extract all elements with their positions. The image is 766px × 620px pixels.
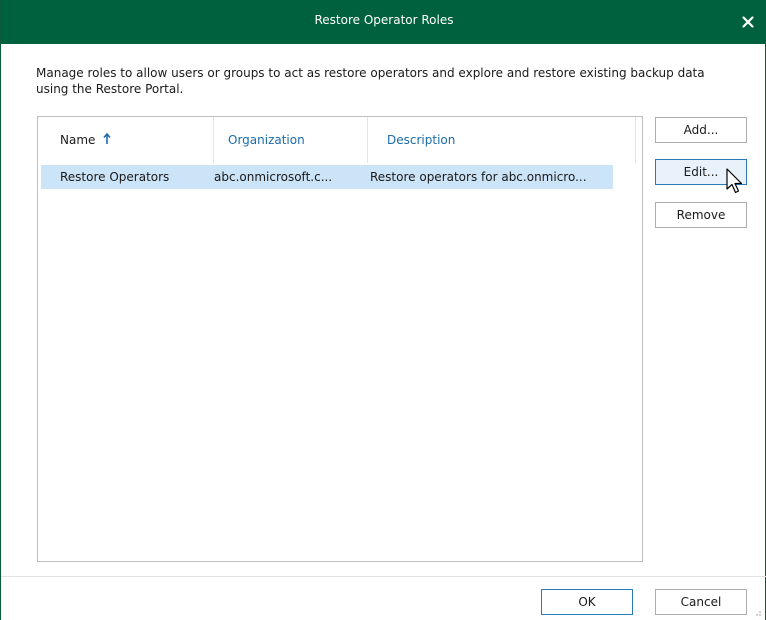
- footer-divider: [1, 576, 766, 577]
- add-button[interactable]: Add...: [655, 117, 747, 143]
- resize-grip-icon[interactable]: [752, 607, 762, 617]
- roles-list[interactable]: Name Organization Description Restore Op…: [37, 116, 643, 562]
- column-header-description-label: Description: [387, 133, 456, 147]
- dialog-title: Restore Operator Roles: [314, 13, 454, 27]
- restore-operator-roles-dialog: Restore Operator Roles Manage roles to a…: [0, 0, 766, 620]
- column-header-name[interactable]: Name: [38, 117, 214, 163]
- close-icon: [742, 16, 754, 28]
- title-bar: Restore Operator Roles: [1, 0, 766, 44]
- list-header: Name Organization Description: [38, 117, 642, 163]
- table-row[interactable]: Restore Operators abc.onmicrosoft.c... R…: [41, 165, 613, 189]
- column-header-description[interactable]: Description: [368, 117, 636, 163]
- cell-name: Restore Operators: [60, 170, 170, 184]
- mouse-pointer-icon: [726, 168, 743, 194]
- ok-button[interactable]: OK: [541, 589, 633, 615]
- dialog-description: Manage roles to allow users or groups to…: [36, 66, 705, 96]
- column-header-organization-label: Organization: [228, 133, 305, 147]
- close-button[interactable]: [735, 9, 761, 35]
- cell-description: Restore operators for abc.onmicro...: [370, 170, 587, 184]
- cancel-button[interactable]: Cancel: [655, 589, 747, 615]
- sort-ascending-icon: [103, 132, 112, 148]
- column-header-name-label: Name: [60, 133, 96, 147]
- remove-button[interactable]: Remove: [655, 202, 747, 228]
- column-header-organization[interactable]: Organization: [214, 117, 368, 163]
- cell-organization: abc.onmicrosoft.c...: [214, 170, 333, 184]
